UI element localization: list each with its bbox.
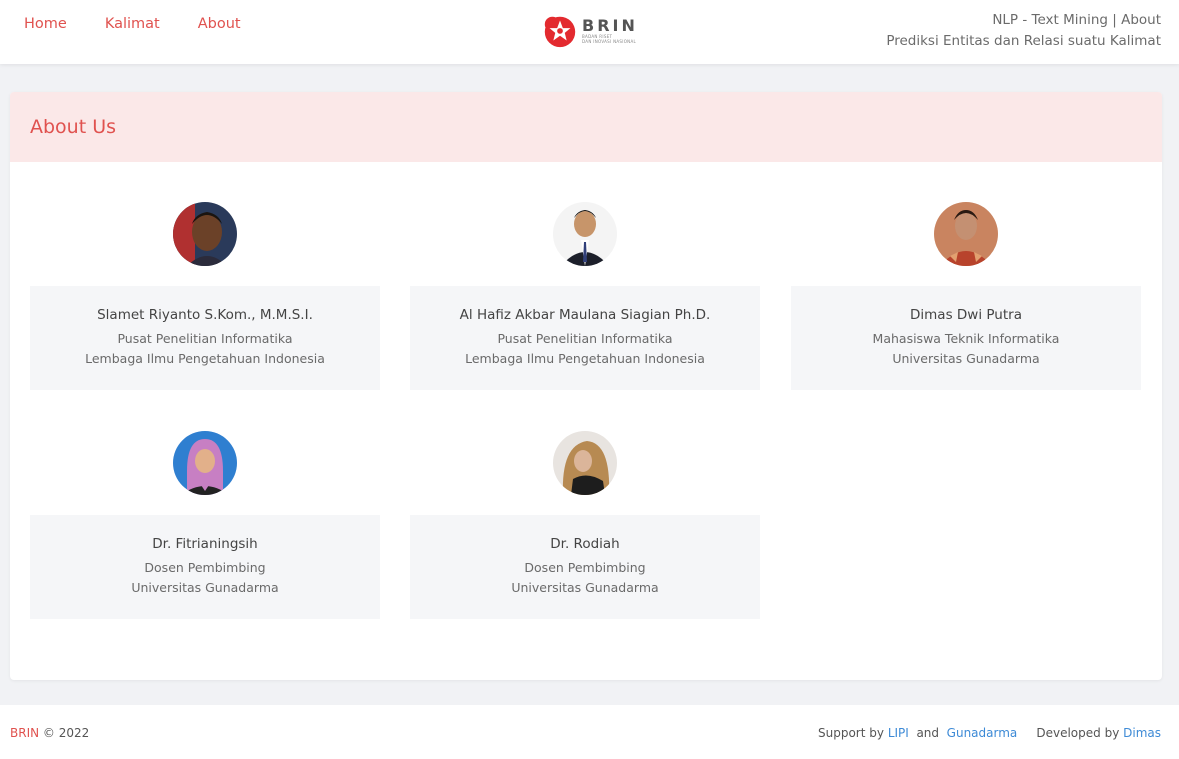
logo-word: BRIN bbox=[582, 15, 638, 35]
avatar bbox=[173, 431, 237, 495]
member-photo-icon bbox=[173, 431, 237, 495]
member-role: Pusat Penelitian Informatika bbox=[117, 331, 293, 346]
member-institution: Universitas Gunadarma bbox=[892, 351, 1040, 366]
member-photo-icon bbox=[553, 431, 617, 495]
footer-copyright: BRIN © 2022 bbox=[10, 726, 89, 740]
nav-about-link[interactable]: About bbox=[198, 16, 241, 32]
logo-subtitle-2: DAN INOVASI NASIONAL bbox=[582, 38, 637, 44]
app-subtitle-line1: NLP - Text Mining | About bbox=[992, 12, 1161, 28]
brin-logo-icon bbox=[544, 16, 576, 48]
member-role: Dosen Pembimbing bbox=[144, 560, 266, 575]
member-info: Dr. Rodiah Dosen Pembimbing Universitas … bbox=[410, 515, 760, 619]
gunadarma-link[interactable]: Gunadarma bbox=[947, 726, 1018, 740]
nav-home-link[interactable]: Home bbox=[24, 16, 67, 32]
member-photo-icon bbox=[553, 202, 617, 266]
avatar bbox=[934, 202, 998, 266]
card-header: About Us bbox=[10, 92, 1162, 162]
member-name: Slamet Riyanto S.Kom., M.M.S.I. bbox=[97, 307, 313, 323]
member-name: Al Hafiz Akbar Maulana Siagian Ph.D. bbox=[459, 307, 711, 323]
member-info: Slamet Riyanto S.Kom., M.M.S.I. Pusat Pe… bbox=[30, 286, 380, 390]
logo-text: BRIN BADAN RISET DAN INOVASI NASIONAL bbox=[582, 17, 638, 44]
member-institution: Universitas Gunadarma bbox=[131, 580, 279, 595]
member-info: Al Hafiz Akbar Maulana Siagian Ph.D. Pus… bbox=[410, 286, 760, 390]
developer-link[interactable]: Dimas bbox=[1123, 726, 1161, 740]
app-subtitle: NLP - Text Mining | About Prediksi Entit… bbox=[886, 10, 1161, 52]
member-photo-icon bbox=[934, 202, 998, 266]
copyright-text: © 2022 bbox=[42, 726, 90, 740]
footer: BRIN © 2022 Support by LIPI and Gunadarm… bbox=[0, 705, 1179, 759]
member-name: Dimas Dwi Putra bbox=[910, 307, 1022, 323]
nav-links: Home Kalimat About bbox=[24, 16, 241, 32]
member-name: Dr. Rodiah bbox=[550, 536, 620, 552]
member-role: Mahasiswa Teknik Informatika bbox=[872, 331, 1060, 346]
member-role: Pusat Penelitian Informatika bbox=[497, 331, 673, 346]
member-photo-icon bbox=[173, 202, 237, 266]
member-info: Dr. Fitrianingsih Dosen Pembimbing Unive… bbox=[30, 515, 380, 619]
member-institution: Lembaga Ilmu Pengetahuan Indonesia bbox=[465, 351, 705, 366]
member-institution: Lembaga Ilmu Pengetahuan Indonesia bbox=[85, 351, 325, 366]
nav-kalimat-link[interactable]: Kalimat bbox=[105, 16, 160, 32]
and-text: and bbox=[916, 726, 940, 740]
app-subtitle-line2: Prediksi Entitas dan Relasi suatu Kalima… bbox=[886, 33, 1161, 49]
member-name: Dr. Fitrianingsih bbox=[152, 536, 258, 552]
support-prefix: Support by bbox=[818, 726, 884, 740]
footer-brand-link[interactable]: BRIN bbox=[10, 726, 39, 740]
avatar bbox=[553, 431, 617, 495]
about-card: About Us Slamet Riyanto S.Kom., M.M.S.I.… bbox=[10, 92, 1162, 680]
footer-credits: Support by LIPI and Gunadarma Developed … bbox=[818, 726, 1161, 740]
member-info: Dimas Dwi Putra Mahasiswa Teknik Informa… bbox=[791, 286, 1141, 390]
lipi-link[interactable]: LIPI bbox=[888, 726, 909, 740]
brin-logo[interactable]: BRIN BADAN RISET DAN INOVASI NASIONAL bbox=[541, 11, 638, 49]
avatar bbox=[173, 202, 237, 266]
member-role: Dosen Pembimbing bbox=[524, 560, 646, 575]
top-navbar: Home Kalimat About BRIN BADAN RISET DAN … bbox=[0, 0, 1179, 64]
member-institution: Universitas Gunadarma bbox=[511, 580, 659, 595]
avatar bbox=[553, 202, 617, 266]
page-title: About Us bbox=[30, 116, 117, 138]
developed-prefix: Developed by bbox=[1036, 726, 1120, 740]
